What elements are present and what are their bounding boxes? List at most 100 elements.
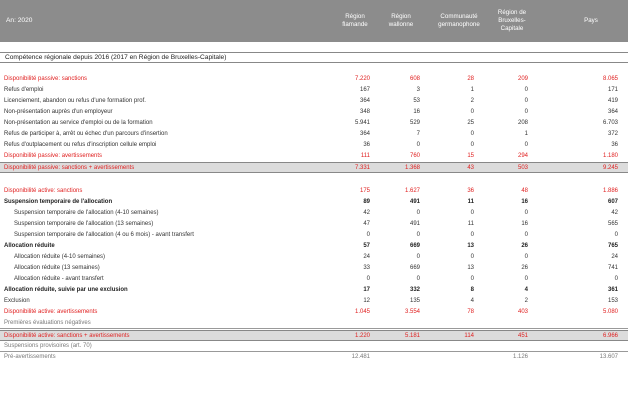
row-label: Refus de participer à, arrêt ou échec d'… (4, 131, 168, 137)
cell-value: 13 (467, 265, 474, 271)
cell-value: 491 (409, 221, 420, 227)
row-label: Suspension temporaire de l'allocation (1… (14, 221, 154, 227)
cell-value: 24 (363, 254, 370, 260)
cell-value: 36 (467, 188, 474, 194)
table-row: Disponibilité passive: avertissements 111… (0, 151, 628, 162)
cell-value: 11 (467, 199, 474, 205)
cell-value: 403 (517, 309, 528, 315)
cell-value: 7.220 (354, 76, 370, 82)
cell-value: 0 (470, 276, 474, 282)
cell-value: 7.331 (354, 165, 370, 171)
cell-value: 0 (366, 276, 370, 282)
table-row: Suspension temporaire de l'allocation 89 4… (0, 197, 628, 208)
cell-value: 26 (521, 243, 528, 249)
table-row: Pré-avertissements 12.481 1.126 13.607 (0, 352, 628, 363)
cell-value: 3.554 (404, 309, 420, 315)
cell-value: 0 (416, 254, 420, 260)
cell-value: 5.181 (404, 333, 420, 339)
cell-value: 42 (363, 210, 370, 216)
row-label: Non-présentation au service d'emploi ou … (4, 120, 153, 126)
cell-value: 167 (359, 87, 370, 93)
cell-value: 0 (470, 131, 474, 137)
year-label: An: 2020 (6, 16, 33, 24)
cell-value: 171 (607, 87, 618, 93)
cell-value: 209 (517, 76, 528, 82)
cell-value: 0 (524, 87, 528, 93)
cell-value: 8 (470, 287, 474, 293)
cell-value: 0 (524, 232, 528, 238)
row-label: Suspension temporaire de l'allocation (4… (14, 232, 194, 238)
cell-value: 0 (524, 98, 528, 104)
cell-value: 57 (363, 243, 370, 249)
row-label: Refus d'emploi (4, 87, 44, 93)
cell-value: 0 (470, 254, 474, 260)
cell-value: 372 (607, 131, 618, 137)
row-label: Disponibilité passive: sanctions (4, 76, 88, 82)
cell-value: 12.481 (351, 354, 370, 360)
row-label: Exclusion (4, 298, 30, 304)
cell-value: 669 (409, 265, 420, 271)
cell-value: 0 (416, 210, 420, 216)
cell-value: 741 (607, 265, 618, 271)
table-row: Refus d'emploi 167 3 1 0 171 (0, 85, 628, 96)
cell-value: 0 (470, 142, 474, 148)
table-row: Allocation réduite 57 669 13 26 765 (0, 241, 628, 252)
table-row: Suspensions provisoires (art. 70) (0, 341, 628, 352)
cell-value: 48 (521, 188, 528, 194)
cell-value: 11 (467, 221, 474, 227)
cell-value: 491 (409, 199, 420, 205)
cell-value: 3 (416, 87, 420, 93)
cell-value: 16 (521, 199, 528, 205)
cell-value: 0 (366, 232, 370, 238)
cell-value: 348 (359, 109, 370, 115)
cell-value: 42 (611, 210, 618, 216)
cell-value: 0 (614, 276, 618, 282)
cell-value: 1.220 (354, 333, 370, 339)
row-label: Pré-avertissements (4, 354, 56, 360)
cell-value: 1.368 (404, 165, 420, 171)
table-row: Allocation réduite (13 semaines) 33 669 13 2… (0, 263, 628, 274)
cell-value: 0 (470, 232, 474, 238)
row-label: Allocation réduite (13 semaines) (14, 265, 100, 271)
cell-value: 7 (416, 131, 420, 137)
cell-value: 294 (517, 153, 528, 159)
cell-value: 16 (521, 221, 528, 227)
cell-value: 765 (607, 243, 618, 249)
row-label: Disponibilité active: avertissements (4, 309, 98, 315)
cell-value: 2 (524, 298, 528, 304)
cell-value: 208 (517, 120, 528, 126)
table-row: Disponibilité active: sanctions + averti… (0, 330, 628, 341)
row-label: Licenciement, abandon ou refus d'une for… (4, 98, 146, 104)
cell-value: 1.126 (512, 354, 528, 360)
cell-value: 8.065 (602, 76, 618, 82)
cell-value: 43 (467, 165, 474, 171)
cell-value: 28 (467, 76, 474, 82)
table-row: Allocation réduite - avant transfert 0 0 0 0… (0, 274, 628, 285)
row-label: Premières évaluations négatives (4, 320, 91, 326)
cell-value: 13 (467, 243, 474, 249)
column-header: Pays (584, 17, 598, 25)
row-label: Allocation réduite (4-10 semaines) (14, 254, 106, 260)
row-label: Suspension temporaire de l'allocation (4, 199, 113, 205)
cell-value: 0 (524, 109, 528, 115)
cell-value: 0 (524, 254, 528, 260)
cell-value: 47 (363, 221, 370, 227)
cell-value: 26 (521, 265, 528, 271)
cell-value: 16 (413, 109, 420, 115)
cell-value: 89 (363, 199, 370, 205)
cell-value: 1.045 (354, 309, 370, 315)
table-row: Non-présentation au service d'emploi ou … (0, 118, 628, 129)
cell-value: 565 (607, 221, 618, 227)
table-row: Refus d'outplacement ou refus d'inscript… (0, 140, 628, 151)
cell-value: 1.627 (404, 188, 420, 194)
cell-value: 13.607 (599, 354, 618, 360)
column-header: Région flamande (342, 13, 368, 28)
row-label: Refus d'outplacement ou refus d'inscript… (4, 142, 157, 148)
cell-value: 36 (363, 142, 370, 148)
cell-value: 5.080 (602, 309, 618, 315)
cell-value: 364 (359, 98, 370, 104)
cell-value: 4 (470, 298, 474, 304)
cell-value: 669 (409, 243, 420, 249)
cell-value: 1.180 (602, 153, 618, 159)
cell-value: 9.245 (602, 165, 618, 171)
